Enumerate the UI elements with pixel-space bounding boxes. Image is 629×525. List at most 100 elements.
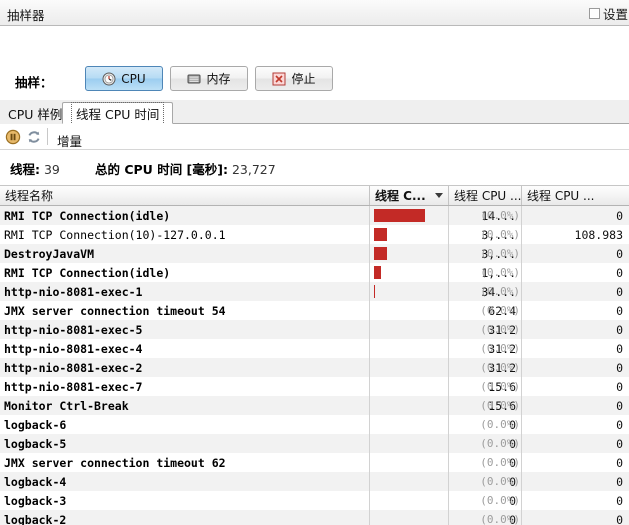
cell-thread-name: RMI TCP Connection(10)-127.0.0.1 (4, 227, 226, 242)
settings-label: 设置 (602, 7, 628, 22)
table-row[interactable]: http-nio-8081-exec-2 31.2 (0.0%) 0 (0, 358, 629, 377)
cell-thread-name: logback-3 (4, 493, 67, 508)
column-header-thread-cpu-bar[interactable]: 线程 C... (369, 186, 448, 205)
cell-thread-cpu-percent: (0.0%) (480, 494, 520, 507)
cell-thread-cpu-percent: (0.0%) (480, 266, 520, 279)
tab-thread-cpu-time[interactable]: 线程 CPU 时间 (62, 101, 174, 125)
table-row[interactable]: RMI TCP Connection(idle) 14... (0.0%) 0 (0, 206, 629, 225)
table-row[interactable]: JMX server connection timeout 62 0 (0.0%) 0 (0, 453, 629, 472)
cell-thread-cpu-alloc: 0 (521, 396, 629, 415)
cell-thread-cpu-alloc: 0 (521, 453, 629, 472)
table-row[interactable]: DestroyJavaVM 3,... (0.0%) 0 (0, 244, 629, 263)
settings-toggle[interactable]: 设置 (588, 4, 628, 23)
cell-thread-cpu-percent: (0.0%) (480, 456, 520, 469)
cell-thread-name: logback-5 (4, 436, 67, 451)
cell-thread-cpu-alloc: 0 (521, 339, 629, 358)
thread-cpu-table: 线程名称 线程 C... 线程 CPU ... 线程 CPU ... RMI T… (0, 185, 629, 525)
cell-thread-cpu-bar (369, 510, 448, 525)
tab-cpu-samples-label: CPU 样例 (8, 106, 63, 122)
delta-label[interactable]: 增量 (57, 131, 82, 150)
table-row[interactable]: logback-3 0 (0.0%) 0 (0, 491, 629, 510)
memory-sample-button[interactable]: 内存 (170, 66, 248, 91)
table-row[interactable]: http-nio-8081-exec-5 31.2 (0.0%) 0 (0, 320, 629, 339)
page-title: 抽样器 (7, 8, 45, 23)
cell-thread-cpu-alloc: 0 (521, 263, 629, 282)
cell-thread-name: JMX server connection timeout 62 (4, 455, 226, 470)
table-row[interactable]: RMI TCP Connection(10)-127.0.0.1 3,... (0.… (0, 225, 629, 244)
window-titlebar: 抽样器 设置 (0, 0, 629, 26)
cell-thread-name: logback-2 (4, 512, 67, 525)
cell-thread-cpu-alloc: 108.983 (521, 225, 629, 244)
sampler-controls: 抽样： 状态： 正在进行 CPU 抽样 CPU (0, 26, 629, 122)
cpu-clock-icon (102, 72, 116, 86)
sample-label: 抽样： (15, 75, 53, 90)
table-header-row: 线程名称 线程 C... 线程 CPU ... 线程 CPU ... (0, 186, 629, 206)
cell-thread-cpu-percent: (0.0%) (480, 342, 520, 355)
cell-thread-name: RMI TCP Connection(idle) (4, 265, 171, 280)
table-row[interactable]: RMI TCP Connection(idle) 1,... (0.0%) 0 (0, 263, 629, 282)
cell-thread-cpu-bar (369, 320, 448, 339)
cell-thread-name: http-nio-8081-exec-4 (4, 341, 143, 356)
table-row[interactable]: logback-5 0 (0.0%) 0 (0, 434, 629, 453)
table-row[interactable]: JMX server connection timeout 54 62.4 (0.0… (0, 301, 629, 320)
table-row[interactable]: logback-4 0 (0.0%) 0 (0, 472, 629, 491)
cell-thread-name: logback-4 (4, 474, 67, 489)
refresh-icon[interactable] (26, 129, 42, 145)
cell-thread-cpu-alloc: 0 (521, 434, 629, 453)
total-cpu-summary: 总的 CPU 时间 [毫秒]: 23,727 (95, 159, 276, 178)
table-row[interactable]: http-nio-8081-exec-4 31.2 (0.0%) 0 (0, 339, 629, 358)
threads-key: 线程: (10, 162, 40, 177)
memory-icon (187, 72, 201, 86)
cell-thread-cpu-alloc: 0 (521, 301, 629, 320)
table-row[interactable]: http-nio-8081-exec-1 34... (0.0%) 0 (0, 282, 629, 301)
column-header-thread-cpu-time[interactable]: 线程 CPU ... (448, 186, 521, 205)
column-header-thread-name[interactable]: 线程名称 (0, 186, 369, 205)
settings-checkbox[interactable] (588, 8, 600, 19)
stop-button-label: 停止 (291, 72, 316, 86)
table-row[interactable]: http-nio-8081-exec-7 15.6 (0.0%) 0 (0, 377, 629, 396)
table-row[interactable]: Monitor Ctrl-Break 15.6 (0.0%) 0 (0, 396, 629, 415)
cell-thread-cpu-percent: (0.0%) (480, 228, 520, 241)
column-header-thread-cpu-time-label: 线程 CPU ... (454, 189, 521, 203)
cell-thread-cpu-alloc: 0 (521, 491, 629, 510)
cell-thread-cpu-bar (369, 453, 448, 472)
cell-thread-cpu-bar (369, 263, 448, 282)
cell-thread-name: RMI TCP Connection(idle) (4, 208, 171, 223)
cpu-sample-button[interactable]: CPU (85, 66, 163, 91)
cell-thread-cpu-bar (369, 396, 448, 415)
cell-thread-cpu-bar (369, 301, 448, 320)
cell-thread-cpu-alloc: 0 (521, 244, 629, 263)
cell-thread-cpu-percent: (0.0%) (480, 399, 520, 412)
stop-icon (272, 72, 286, 86)
cpu-time-bar (374, 266, 381, 279)
cell-thread-name: http-nio-8081-exec-7 (4, 379, 143, 394)
cell-thread-cpu-percent: (0.0%) (480, 513, 520, 525)
total-cpu-value: 23,727 (231, 162, 276, 177)
sampler-window: 抽样器 设置 抽样： 状态： 正在进行 CPU 抽样 CPU (0, 0, 629, 525)
tab-cpu-samples[interactable]: CPU 样例 (0, 102, 71, 124)
cell-thread-cpu-alloc: 0 (521, 320, 629, 339)
table-row[interactable]: logback-6 0 (0.0%) 0 (0, 415, 629, 434)
cell-thread-name: JMX server connection timeout 54 (4, 303, 226, 318)
column-header-thread-cpu-alloc[interactable]: 线程 CPU ... (521, 186, 629, 205)
threads-value: 39 (43, 162, 60, 177)
cell-thread-cpu-bar (369, 491, 448, 510)
cell-thread-cpu-percent: (0.0%) (480, 209, 520, 222)
stop-sample-button[interactable]: 停止 (255, 66, 333, 91)
column-header-thread-cpu-alloc-label: 线程 CPU ... (527, 189, 595, 203)
cell-thread-cpu-bar (369, 415, 448, 434)
tabstrip: CPU 样例 线程 CPU 时间 (0, 100, 629, 125)
table-row[interactable]: logback-2 0 (0.0%) 0 (0, 510, 629, 525)
cell-thread-cpu-percent: (0.0%) (480, 437, 520, 450)
cell-thread-cpu-percent: (0.0%) (480, 323, 520, 336)
cpu-time-bar (374, 285, 375, 298)
memory-button-label: 内存 (206, 72, 231, 86)
toolbar-separator (47, 128, 48, 145)
cell-thread-cpu-bar (369, 472, 448, 491)
cell-thread-name: Monitor Ctrl-Break (4, 398, 129, 413)
cell-thread-cpu-bar (369, 206, 448, 225)
sort-descending-icon (435, 193, 443, 198)
pause-icon[interactable] (5, 129, 21, 145)
cell-thread-name: http-nio-8081-exec-1 (4, 284, 143, 299)
cell-thread-name: http-nio-8081-exec-5 (4, 322, 143, 337)
